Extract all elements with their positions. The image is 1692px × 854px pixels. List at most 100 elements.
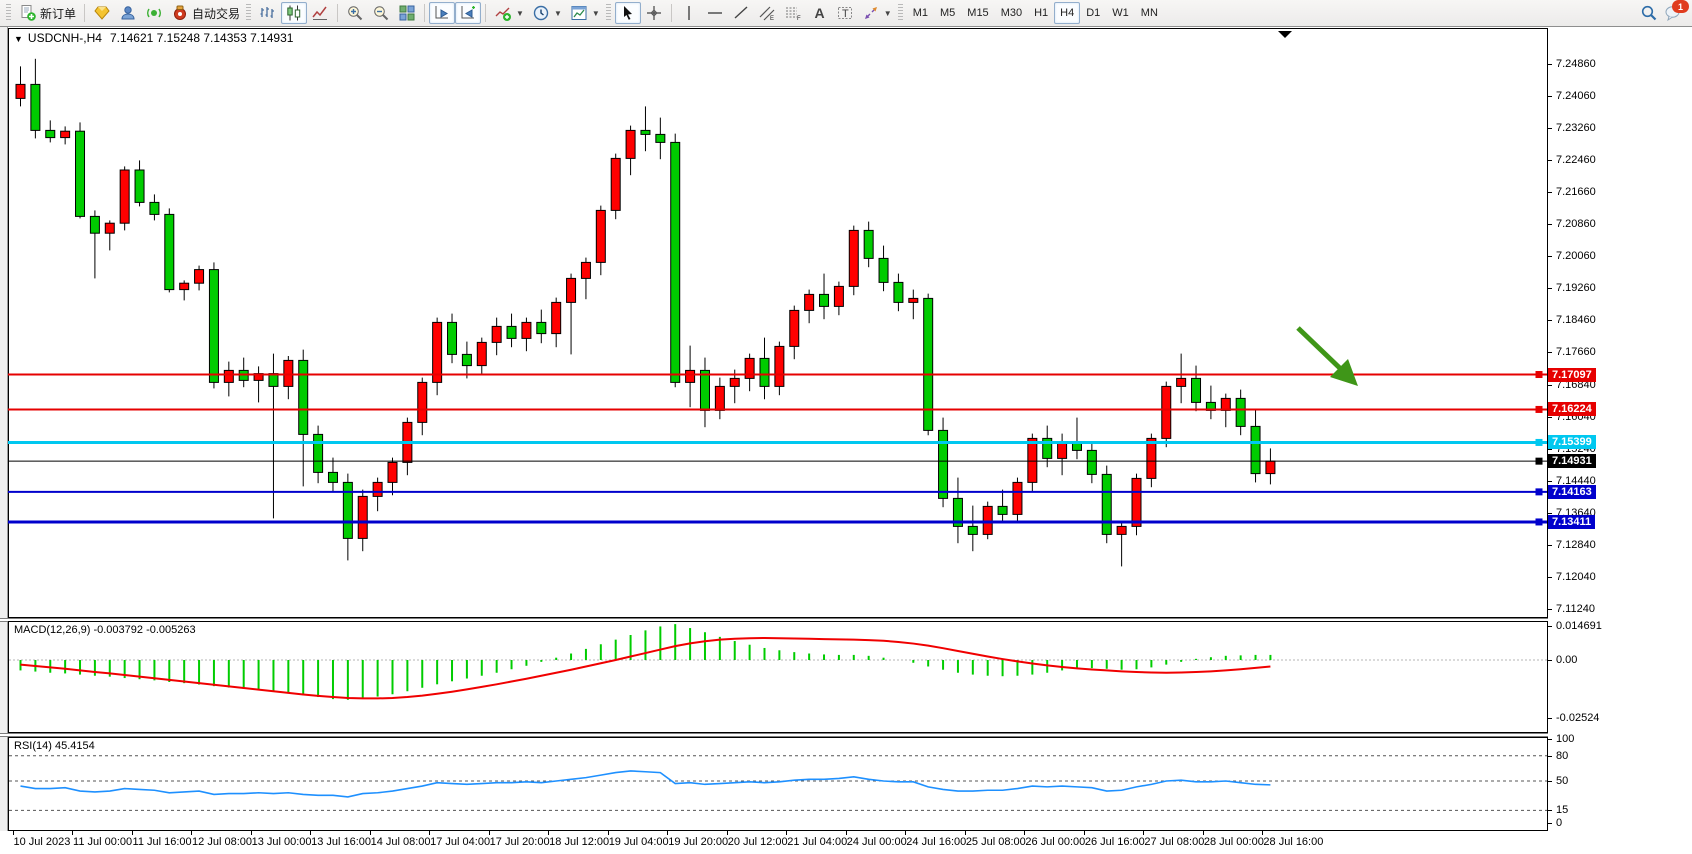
chat-button[interactable]: 1 [1664, 4, 1682, 22]
candle [16, 84, 25, 98]
tf-mn-button[interactable]: MN [1135, 2, 1164, 24]
search-icon [1640, 4, 1658, 22]
price-axis[interactable]: 7.248607.240607.232607.224607.216607.208… [1548, 27, 1692, 854]
time-label: 28 Jul 16:00 [1263, 836, 1323, 848]
channel-button[interactable]: E [754, 2, 780, 24]
time-tick [965, 831, 966, 835]
tf-m1-button[interactable]: M1 [907, 2, 934, 24]
candle-chart-button[interactable] [281, 2, 307, 24]
toolbar-grip[interactable] [246, 4, 251, 22]
line-anchor-marker[interactable] [1536, 372, 1542, 378]
candle [61, 131, 70, 137]
time-tick [310, 831, 311, 835]
tf-m5-button[interactable]: M5 [934, 2, 961, 24]
tf-h4-button[interactable]: H4 [1054, 2, 1080, 24]
candle [1251, 426, 1260, 473]
chevron-down-icon[interactable]: ▼ [554, 9, 562, 18]
horizontal-line-button[interactable] [702, 2, 728, 24]
search-button[interactable] [1640, 4, 1658, 22]
tf-h1-button[interactable]: H1 [1028, 2, 1054, 24]
indicators-button[interactable]: ▼ [490, 2, 528, 24]
line-anchor-marker[interactable] [1536, 439, 1542, 445]
text-button[interactable]: A [806, 2, 832, 24]
price-tick-label: 7.22460 [1556, 154, 1596, 166]
line-anchor-marker[interactable] [1536, 489, 1542, 495]
svg-text:T: T [842, 8, 849, 20]
time-tick [1143, 831, 1144, 835]
profile-button[interactable] [115, 2, 141, 24]
price-line-tag: 7.13411 [1548, 515, 1595, 529]
tile-windows-button[interactable] [394, 2, 420, 24]
zoom-in-button[interactable] [342, 2, 368, 24]
price-chart-panel[interactable]: ▼USDCNH-,H47.14621 7.15248 7.14353 7.149… [8, 28, 1548, 618]
rsi-tick-tick [1548, 739, 1552, 740]
time-tick [489, 831, 490, 835]
autoscroll-button[interactable] [429, 2, 455, 24]
tf-m30-button[interactable]: M30 [995, 2, 1028, 24]
time-tick [1084, 831, 1085, 835]
macd-canvas[interactable] [8, 621, 1548, 733]
candle [462, 354, 471, 365]
candle [1236, 398, 1245, 426]
candle [760, 358, 769, 386]
candle [611, 158, 620, 210]
vertical-line-button[interactable] [676, 2, 702, 24]
zoom-out-button[interactable] [368, 2, 394, 24]
cursor-button[interactable] [615, 2, 641, 24]
time-label: 14 Jul 08:00 [371, 836, 431, 848]
candle [567, 278, 576, 302]
toolbar-grip[interactable] [6, 4, 11, 22]
chevron-down-icon[interactable]: ▼ [884, 9, 892, 18]
crosshair-icon [645, 4, 663, 22]
time-label: 10 Jul 2023 [14, 836, 71, 848]
price-tick-tick [1548, 577, 1552, 578]
fibonacci-button[interactable]: F [780, 2, 806, 24]
time-axis[interactable]: 10 Jul 202311 Jul 00:0011 Jul 16:0012 Ju… [0, 831, 1692, 854]
chevron-down-icon[interactable]: ▼ [516, 9, 524, 18]
trendline-button[interactable] [728, 2, 754, 24]
candle [284, 360, 293, 386]
candle [1162, 386, 1171, 438]
line-anchor-marker[interactable] [1536, 519, 1542, 525]
rsi-panel[interactable]: RSI(14) 45.4154 [8, 737, 1548, 831]
tf-m15-button[interactable]: M15 [961, 2, 994, 24]
time-label: 19 Jul 20:00 [668, 836, 728, 848]
toolbar-grip[interactable] [898, 4, 903, 22]
chevron-down-icon[interactable]: ▼ [592, 9, 600, 18]
bar-chart-button[interactable] [255, 2, 281, 24]
candle [864, 230, 873, 258]
linechart-icon [311, 4, 329, 22]
tf-d1-button[interactable]: D1 [1080, 2, 1106, 24]
chart-shift-button[interactable] [455, 2, 481, 24]
quick-trade-button[interactable] [89, 2, 115, 24]
collapse-triangle-icon[interactable]: ▼ [14, 34, 23, 44]
arrows-icon [862, 4, 880, 22]
macd-panel[interactable]: MACD(12,26,9) -0.003792 -0.005263 [8, 621, 1548, 733]
line-anchor-marker[interactable] [1536, 406, 1542, 412]
toolbar-separator [84, 4, 85, 22]
labelT-icon: T [836, 4, 854, 22]
crosshair-button[interactable] [641, 2, 667, 24]
toolbar-grip[interactable] [606, 4, 611, 22]
tf-w1-button[interactable]: W1 [1106, 2, 1135, 24]
time-label: 17 Jul 04:00 [430, 836, 490, 848]
toolbar-separator [337, 4, 338, 22]
text-label-button[interactable]: T [832, 2, 858, 24]
price-tick-tick [1548, 545, 1552, 546]
rsi-canvas[interactable] [8, 737, 1548, 831]
price-line-tag: 7.14163 [1548, 485, 1596, 499]
periods-button[interactable]: ▼ [528, 2, 566, 24]
new-order-button[interactable]: 新订单 [15, 2, 80, 24]
price-chart-canvas[interactable] [8, 28, 1548, 618]
signals-button[interactable] [141, 2, 167, 24]
svg-text:A: A [814, 5, 824, 21]
candle [1013, 482, 1022, 514]
arrows-button[interactable]: ▼ [858, 2, 896, 24]
rsi-plot-frame [9, 738, 1548, 831]
templates-button[interactable]: ▼ [566, 2, 604, 24]
line-anchor-marker[interactable] [1536, 458, 1542, 464]
candle [195, 270, 204, 284]
autotrade-button[interactable]: 自动交易 [167, 2, 244, 24]
line-chart-button[interactable] [307, 2, 333, 24]
time-label: 11 Jul 00:00 [73, 836, 132, 848]
